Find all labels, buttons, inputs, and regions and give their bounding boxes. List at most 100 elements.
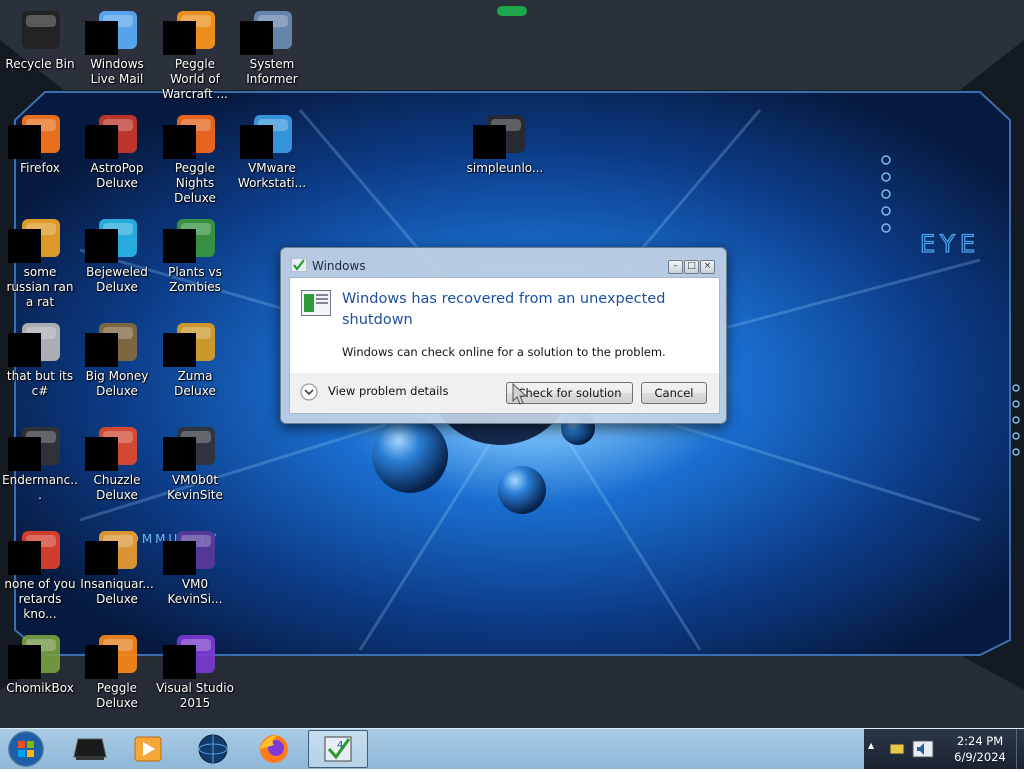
taskbar-firefox[interactable]	[250, 731, 298, 767]
start-button[interactable]	[6, 730, 46, 768]
desktop-icon[interactable]: System Informer	[233, 1, 311, 101]
redaction-box	[8, 437, 41, 471]
desktop-icon-label: ChomikBox	[6, 681, 74, 695]
window-app-icon	[301, 290, 331, 316]
desktop-icon[interactable]: Big Money Deluxe	[78, 313, 156, 413]
desktop-icon[interactable]: Bejeweled Deluxe	[78, 209, 156, 309]
redaction-box	[8, 229, 41, 263]
dialog-titlebar[interactable]: Windows – □ ×	[281, 248, 726, 276]
redaction-box	[85, 437, 118, 471]
cancel-button[interactable]: Cancel	[641, 382, 707, 404]
desktop-icon-label: Visual Studio 2015	[156, 681, 234, 710]
minimize-button[interactable]: –	[668, 260, 683, 274]
desktop-icon[interactable]: that but its c#	[1, 313, 79, 413]
show-hidden-icons-button[interactable]: ▲	[868, 741, 878, 755]
clock-time: 2:24 PM	[956, 734, 1004, 748]
redaction-box	[163, 333, 196, 367]
redaction-box	[85, 229, 118, 263]
redaction-box	[85, 541, 118, 575]
clock-date: 6/9/2024	[954, 750, 1006, 764]
desktop-icon-label: Recycle Bin	[5, 57, 75, 71]
desktop-icon[interactable]: Endermanc...	[1, 417, 79, 517]
redaction-box	[240, 125, 273, 159]
desktop-icon[interactable]: Insaniquar... Deluxe	[78, 521, 156, 621]
app-icon	[8, 215, 64, 263]
desktop-icon-label: that but its c#	[6, 369, 74, 398]
desktop-icon-label: simpleunlo...	[466, 161, 544, 175]
desktop-icon-label: none of you retards kno...	[4, 577, 76, 621]
desktop-icon[interactable]: Peggle Nights Deluxe	[156, 105, 234, 205]
app-icon	[73, 738, 107, 760]
desktop-icon-label: VM0 KevinSi...	[167, 577, 223, 606]
recycle-bin-icon	[16, 7, 64, 55]
recovery-dialog: Windows – □ × Windows has recovered from…	[280, 247, 727, 424]
vmware-icon	[240, 111, 296, 159]
pvz-icon	[163, 215, 219, 263]
desktop-icon-label: Peggle Nights Deluxe	[174, 161, 216, 205]
peggle-icon	[85, 631, 141, 679]
globe-icon	[198, 734, 228, 764]
tray-battery-icon[interactable]	[888, 739, 908, 759]
close-button[interactable]: ×	[700, 260, 715, 274]
windows-error-recovery-icon: 4	[324, 736, 352, 762]
desktop-icon[interactable]: Firefox	[1, 105, 79, 205]
desktop-icon[interactable]: Plants vs Zombies	[156, 209, 234, 309]
redaction-box	[85, 125, 118, 159]
desktop-icon[interactable]: none of you retards kno...	[1, 521, 79, 621]
desktop-icon-label: some russian ran a rat	[6, 265, 74, 309]
clock[interactable]: 2:24 PM 6/9/2024	[948, 733, 1012, 765]
app-icon	[8, 319, 64, 367]
app-icon	[163, 527, 219, 575]
peggle-wow-icon	[163, 7, 219, 55]
system-informer-icon	[240, 7, 296, 55]
redaction-box	[85, 645, 118, 679]
redaction-box	[8, 125, 41, 159]
wallpaper-eye-text: EYE	[920, 230, 980, 258]
desktop-icon[interactable]: some russian ran a rat	[1, 209, 79, 309]
desktop-icon-label: Firefox	[20, 161, 60, 175]
desktop-icon[interactable]: Recycle Bin	[1, 1, 79, 101]
desktop-icon-label: VM0b0t KevinSite	[167, 473, 223, 502]
desktop-icon-label: Windows Live Mail	[90, 57, 144, 86]
desktop-icon-label: Peggle World of Warcraft ...	[162, 57, 228, 101]
bejeweled-icon	[85, 215, 141, 263]
tray-speaker-icon[interactable]	[912, 739, 934, 759]
desktop-icon-label: Insaniquar... Deluxe	[80, 577, 154, 606]
insaniquarium-icon	[85, 527, 141, 575]
desktop-icon[interactable]: Peggle World of Warcraft ...	[156, 1, 234, 101]
big-money-icon	[85, 319, 141, 367]
system-tray: ▲ 2:24 PM 6/9/2024	[864, 729, 1024, 769]
desktop-icon[interactable]: simpleunlo...	[466, 105, 544, 205]
dialog-footer: View problem details Check for solution …	[289, 373, 720, 414]
desktop-icon[interactable]: Visual Studio 2015	[156, 625, 234, 725]
show-desktop-button[interactable]	[1016, 729, 1024, 769]
desktop-icon[interactable]: AstroPop Deluxe	[78, 105, 156, 205]
desktop-icon-label: AstroPop Deluxe	[90, 161, 144, 190]
maximize-button[interactable]: □	[684, 260, 699, 274]
desktop-icon[interactable]: VM0b0t KevinSite	[156, 417, 234, 517]
desktop-icon-label: Chuzzle Deluxe	[93, 473, 141, 502]
windows-error-recovery-icon	[291, 258, 307, 272]
taskbar-error-recovery-active[interactable]: 4	[308, 730, 368, 768]
taskbar-globe-app[interactable]	[188, 731, 236, 767]
desktop-icon[interactable]: Windows Live Mail	[78, 1, 156, 101]
taskbar: 4 ▲ 2:24 PM 6/9/2024	[0, 728, 1024, 769]
desktop-icon[interactable]: Chuzzle Deluxe	[78, 417, 156, 517]
redaction-box	[85, 21, 118, 55]
desktop-icon[interactable]: VM0 KevinSi...	[156, 521, 234, 621]
desktop-icon-label: Endermanc...	[2, 473, 78, 502]
firefox-icon	[8, 111, 64, 159]
taskbar-windows-media-player[interactable]	[124, 731, 172, 767]
taskbar-app-dark[interactable]	[66, 731, 114, 767]
desktop-icon-label: Bejeweled Deluxe	[86, 265, 148, 294]
desktop-icon[interactable]: Peggle Deluxe	[78, 625, 156, 725]
desktop: EYE COMMUNITY Recycle Bin Windows Live Ma…	[0, 0, 1024, 728]
desktop-icon[interactable]: VMware Workstati...	[233, 105, 311, 205]
redaction-box	[240, 21, 273, 55]
chomikbox-icon	[8, 631, 64, 679]
desktop-icon-label: Big Money Deluxe	[85, 369, 149, 398]
desktop-icon[interactable]: Zuma Deluxe	[156, 313, 234, 413]
peggle-nights-icon	[163, 111, 219, 159]
view-details-toggle[interactable]: View problem details	[300, 382, 460, 402]
desktop-icon[interactable]: ChomikBox	[1, 625, 79, 725]
